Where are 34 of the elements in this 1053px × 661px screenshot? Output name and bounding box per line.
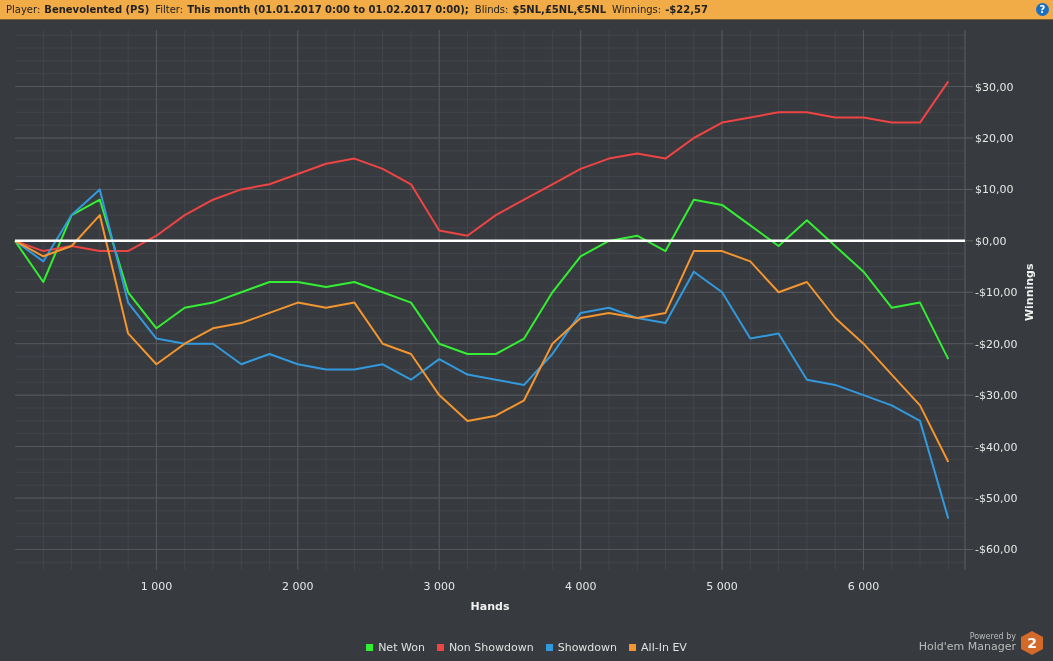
legend-label[interactable]: Net Won bbox=[378, 641, 425, 654]
filter-label: Winnings: bbox=[612, 4, 662, 15]
x-tick-label: 3 000 bbox=[423, 580, 455, 593]
filter-label: Player: bbox=[6, 4, 41, 15]
filter-value: $5NL,£5NL,€5NL bbox=[512, 4, 607, 15]
legend-label[interactable]: Showdown bbox=[557, 641, 618, 654]
x-tick-label: 6 000 bbox=[847, 580, 880, 593]
filter-value: -$22,57 bbox=[665, 4, 708, 15]
legend-label[interactable]: All-In EV bbox=[641, 641, 687, 654]
y-tick-label: $20,00 bbox=[975, 132, 1014, 145]
filter-label: Filter: bbox=[155, 4, 184, 15]
y-tick-label: $0,00 bbox=[975, 234, 1007, 248]
filter-value: This month (01.01.2017 0:00 to 01.02.2017 0:00); bbox=[187, 4, 469, 15]
filter-label: Blinds: bbox=[474, 4, 509, 15]
y-tick-label: -$50,00 bbox=[975, 492, 1018, 505]
y-tick-label: $30,00 bbox=[975, 80, 1014, 94]
y-tick-label: -$20,00 bbox=[975, 337, 1018, 351]
y-tick-label: -$60,00 bbox=[975, 543, 1018, 557]
y-tick-label: -$30,00 bbox=[975, 389, 1018, 403]
x-axis-title: Hands bbox=[470, 600, 510, 613]
x-tick-label: 4 000 bbox=[564, 580, 597, 593]
x-tick-label: 1 000 bbox=[140, 580, 173, 593]
y-tick-label: -$10,00 bbox=[975, 286, 1018, 300]
help-button[interactable]: ? bbox=[1036, 3, 1049, 16]
y-tick-label: -$40,00 bbox=[975, 440, 1018, 454]
powered-by-text: Powered by bbox=[969, 632, 1016, 642]
filter-value: Benevolented (PS) bbox=[44, 4, 150, 15]
legend-label[interactable]: Non Showdown bbox=[448, 641, 534, 654]
product-name: Hold'em Manager bbox=[918, 641, 1016, 654]
x-tick-label: 5 000 bbox=[706, 580, 738, 593]
y-axis-title: Winnings bbox=[1023, 263, 1036, 322]
hexagon-logo: 2 bbox=[1021, 631, 1043, 655]
x-tick-label: 2 000 bbox=[282, 580, 314, 593]
y-tick-label: $10,00 bbox=[975, 183, 1014, 197]
